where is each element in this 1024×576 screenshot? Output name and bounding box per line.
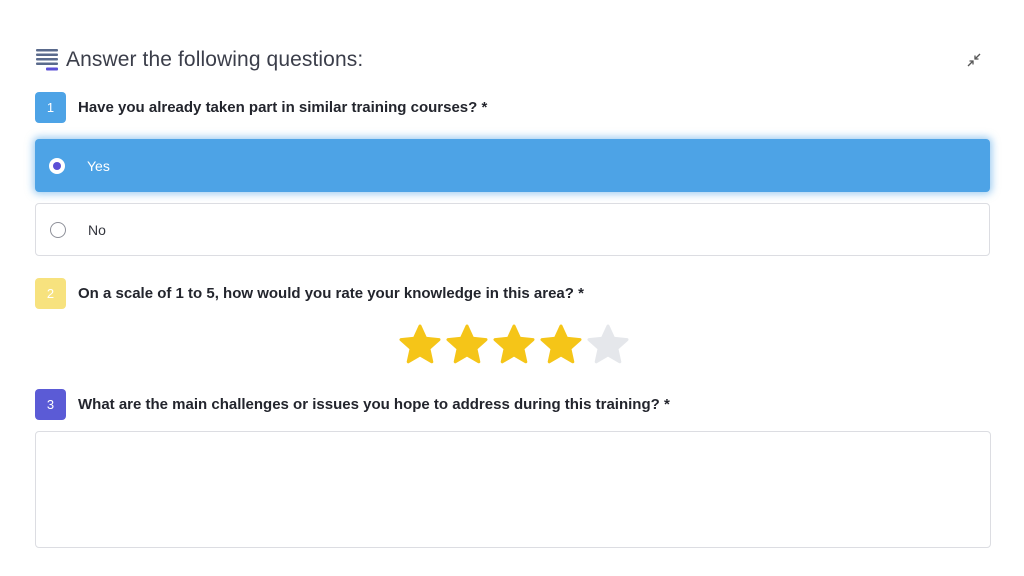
star-empty-icon[interactable]	[586, 323, 630, 367]
question-1: 1 Have you already taken part in similar…	[35, 92, 487, 123]
question-text: What are the main challenges or issues y…	[78, 396, 670, 413]
option-label: No	[88, 221, 106, 238]
question-text: On a scale of 1 to 5, how would you rate…	[78, 285, 584, 302]
answer-textarea[interactable]	[35, 431, 991, 548]
question-3: 3 What are the main challenges or issues…	[35, 389, 670, 420]
star-filled-icon[interactable]	[492, 323, 536, 367]
question-number-badge: 1	[35, 92, 66, 123]
question-text: Have you already taken part in similar t…	[78, 99, 488, 116]
star-filled-icon[interactable]	[398, 323, 442, 367]
form-title: Answer the following questions:	[66, 48, 364, 71]
radio-unselected-icon[interactable]	[50, 221, 66, 238]
form-header: Answer the following questions:	[36, 46, 363, 74]
star-rating	[398, 323, 633, 367]
option-yes[interactable]: Yes	[35, 139, 990, 192]
collapse-arrows-icon[interactable]	[964, 50, 984, 70]
star-filled-icon[interactable]	[445, 323, 489, 367]
question-2: 2 On a scale of 1 to 5, how would you ra…	[35, 278, 584, 309]
option-no[interactable]: No	[35, 203, 990, 256]
star-filled-icon[interactable]	[539, 323, 583, 367]
radio-selected-icon[interactable]	[49, 157, 65, 174]
option-label: Yes	[87, 157, 110, 174]
list-lines-icon	[36, 49, 58, 71]
question-number-badge: 3	[35, 389, 66, 420]
question-number-badge: 2	[35, 278, 66, 309]
